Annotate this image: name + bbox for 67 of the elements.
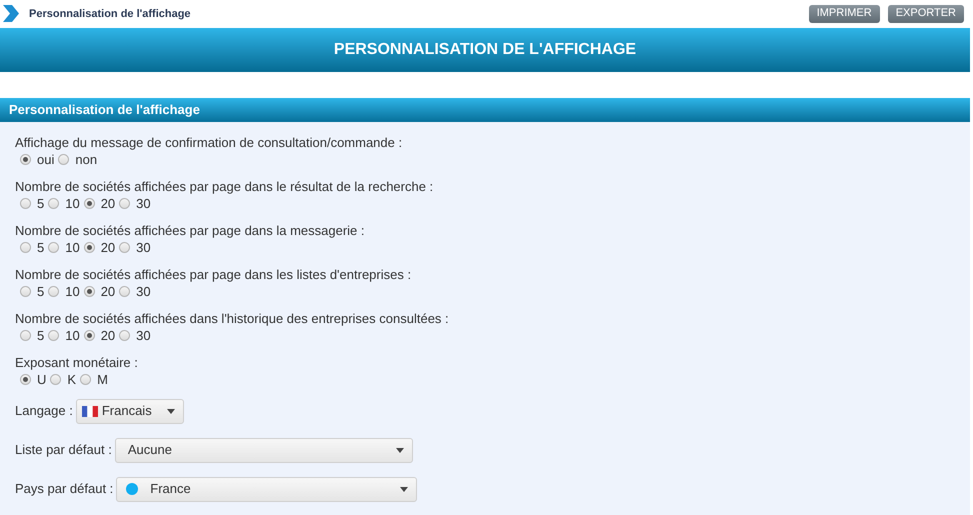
question-label: Nombre de sociétés affichées dans l'historique des entreprises consultées :	[15, 310, 450, 327]
radio-button[interactable]	[20, 198, 31, 209]
radio-button[interactable]	[84, 242, 95, 253]
radio-button[interactable]	[58, 154, 70, 165]
radio-button[interactable]	[48, 286, 60, 297]
option-label: 20	[100, 326, 116, 345]
option-label: oui	[37, 150, 54, 169]
question-label: Nombre de sociétés affichées par page dans la messagerie :	[15, 222, 366, 239]
option-label: 10	[65, 326, 80, 345]
caret-icon	[400, 486, 408, 492]
question-label: Nombre de sociétés affichées par page dans le résultat de la recherche :	[15, 178, 434, 195]
question-label: Exposant monétaire :	[15, 354, 139, 371]
option-label: 30	[136, 194, 151, 213]
radio-button[interactable]	[119, 242, 130, 253]
dropdown[interactable]: Aucune	[114, 438, 413, 462]
radio-button[interactable]	[20, 286, 31, 297]
option-label: K	[67, 370, 76, 389]
radio-button[interactable]	[119, 330, 130, 341]
field-label: Liste par défaut :	[15, 441, 112, 460]
option-label: 20	[100, 282, 116, 301]
question-label: Affichage du message de confirmation de consultation/commande :	[15, 134, 404, 151]
option-label: M	[97, 370, 108, 389]
option-label: non	[75, 150, 98, 169]
radio-button[interactable]	[48, 242, 60, 253]
option-label: 5	[37, 282, 44, 301]
dropdown-value: Francais	[102, 402, 152, 420]
radio-button[interactable]	[84, 198, 95, 209]
option-label: 10	[65, 194, 80, 213]
dropdown-value: France	[150, 480, 191, 498]
option-label: 5	[37, 194, 44, 213]
radio-button[interactable]	[84, 286, 95, 297]
dropdown[interactable]: Francais	[76, 398, 184, 424]
option-label: 30	[136, 282, 151, 301]
dropdown[interactable]: France	[116, 476, 418, 502]
field-label: Langage :	[15, 402, 73, 420]
toolbar-button[interactable]: EXPORTER	[888, 4, 964, 23]
option-label: 20	[100, 238, 116, 257]
radio-button[interactable]	[119, 198, 130, 209]
section-header: Personnalisation de l'affichage	[0, 98, 970, 122]
toolbar-button[interactable]: IMPRIMER	[808, 4, 880, 23]
option-label: 20	[100, 194, 116, 213]
radio-button[interactable]	[50, 374, 62, 385]
option-label: U	[37, 370, 46, 389]
flag-icon	[82, 406, 98, 416]
option-label: 5	[37, 326, 44, 345]
radio-button[interactable]	[20, 242, 31, 253]
caret-icon	[166, 408, 175, 414]
option-label: 5	[37, 238, 44, 257]
option-label: 30	[136, 238, 151, 257]
radio-button[interactable]	[20, 330, 31, 341]
radio-button[interactable]	[20, 374, 31, 385]
breadcrumb: Personnalisation de l'affichage	[29, 6, 191, 22]
radio-button[interactable]	[80, 374, 92, 385]
option-label: 30	[136, 326, 151, 345]
chevron-icon	[3, 5, 19, 22]
page-header: PERSONNALISATION DE L'AFFICHAGE	[0, 28, 970, 72]
question-label: Nombre de sociétés affichées par page dans les listes d'entreprises :	[15, 266, 412, 283]
option-label: 10	[65, 282, 80, 301]
caret-icon	[396, 448, 404, 452]
radio-button[interactable]	[84, 330, 95, 341]
radio-button[interactable]	[119, 286, 130, 297]
radio-button[interactable]	[48, 330, 60, 341]
option-label: 10	[65, 238, 80, 257]
radio-button[interactable]	[48, 198, 60, 209]
radio-button[interactable]	[20, 154, 31, 165]
field-label: Pays par défaut :	[15, 480, 114, 498]
dropdown-value: Aucune	[128, 441, 172, 460]
